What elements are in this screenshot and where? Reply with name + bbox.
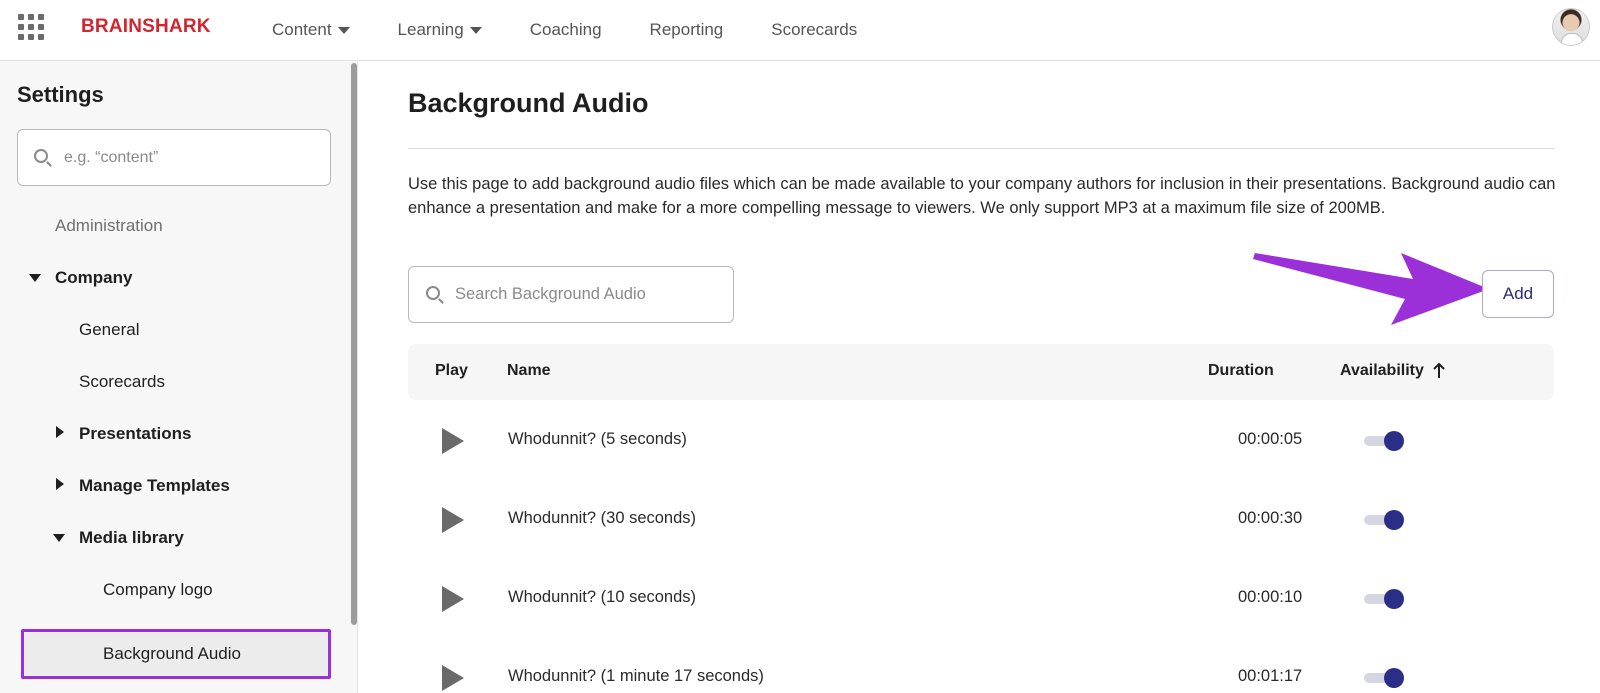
availability-toggle[interactable] xyxy=(1364,588,1404,610)
user-avatar[interactable] xyxy=(1552,8,1590,46)
table-row: Whodunnit? (5 seconds) 00:00:05 xyxy=(408,402,1554,481)
play-icon[interactable] xyxy=(442,428,464,454)
sidebar-item-background-audio-selected[interactable]: Background Audio xyxy=(21,629,331,679)
nav-item-scorecards[interactable]: Scorecards xyxy=(771,20,857,40)
nav-item-label: Content xyxy=(272,20,332,39)
title-divider xyxy=(408,148,1554,149)
nav-item-label: Learning xyxy=(397,20,464,39)
table-row: Whodunnit? (30 seconds) 00:00:30 xyxy=(408,481,1554,560)
annotation-arrow-icon xyxy=(1253,253,1489,325)
sidebar-title: Settings xyxy=(17,82,104,107)
nav-item-label: Coaching xyxy=(529,20,602,39)
brand-logo[interactable]: BRAINSHARK xyxy=(81,16,211,38)
availability-toggle[interactable] xyxy=(1364,667,1404,689)
table-row: Whodunnit? (1 minute 17 seconds) 00:01:1… xyxy=(408,639,1554,693)
sidebar-item-scorecards[interactable]: Scorecards xyxy=(79,372,165,392)
nav-item-label: Scorecards xyxy=(771,20,858,39)
sidebar-search-input[interactable] xyxy=(64,130,314,185)
audio-duration: 00:00:05 xyxy=(1238,430,1303,448)
play-icon[interactable] xyxy=(442,665,464,691)
availability-toggle[interactable] xyxy=(1364,430,1404,452)
caret-down-icon xyxy=(469,27,482,34)
caret-right-icon[interactable] xyxy=(56,478,64,490)
audio-duration: 00:00:30 xyxy=(1238,509,1303,527)
sidebar-item-media-library[interactable]: Media library xyxy=(79,528,184,548)
toggle-knob xyxy=(1384,431,1404,451)
caret-down-icon xyxy=(337,27,350,34)
table-row: Whodunnit? (10 seconds) 00:00:10 xyxy=(408,560,1554,639)
column-header-play: Play xyxy=(435,362,468,379)
sidebar-item-manage-templates[interactable]: Manage Templates xyxy=(79,476,230,496)
play-icon[interactable] xyxy=(442,586,464,612)
audio-duration: 00:00:10 xyxy=(1238,588,1303,606)
nav-item-reporting[interactable]: Reporting xyxy=(650,20,724,40)
nav-item-label: Reporting xyxy=(649,20,724,39)
toggle-knob xyxy=(1384,589,1404,609)
play-icon[interactable] xyxy=(442,507,464,533)
column-header-duration[interactable]: Duration xyxy=(1208,362,1274,380)
audio-name: Whodunnit? (5 seconds) xyxy=(508,430,687,448)
top-navigation-bar: BRAINSHARK Content Learning Coaching Rep… xyxy=(0,0,1600,61)
audio-search-input[interactable] xyxy=(455,267,725,322)
settings-sidebar: Settings Administration Company General … xyxy=(0,61,358,693)
search-icon xyxy=(426,286,440,300)
main-content: Background Audio Use this page to add ba… xyxy=(358,61,1600,693)
sidebar-item-company[interactable]: Company xyxy=(55,268,132,288)
main-nav: Content Learning Coaching Reporting Scor… xyxy=(272,0,905,60)
column-header-name[interactable]: Name xyxy=(507,362,551,380)
sidebar-item-general[interactable]: General xyxy=(79,320,139,340)
search-icon xyxy=(34,149,48,163)
sidebar-scrollbar[interactable] xyxy=(350,61,358,693)
scrollbar-thumb[interactable] xyxy=(351,63,357,625)
caret-down-icon[interactable] xyxy=(53,534,65,542)
caret-down-icon[interactable] xyxy=(29,274,41,282)
audio-name: Whodunnit? (1 minute 17 seconds) xyxy=(508,667,764,685)
sidebar-item-background-audio[interactable]: Background Audio xyxy=(103,644,241,664)
page-description: Use this page to add background audio fi… xyxy=(408,175,1556,217)
audio-name: Whodunnit? (10 seconds) xyxy=(508,588,697,606)
sidebar-item-company-logo[interactable]: Company logo xyxy=(103,580,213,600)
avatar-body xyxy=(1561,33,1583,45)
sidebar-item-presentations[interactable]: Presentations xyxy=(79,424,191,444)
arrow-up-icon[interactable] xyxy=(1432,362,1446,380)
column-header-availability[interactable]: Availability xyxy=(1340,362,1424,380)
toggle-knob xyxy=(1384,510,1404,530)
table-header: Play Name Duration Availability xyxy=(408,344,1554,400)
toggle-knob xyxy=(1384,668,1404,688)
sidebar-item-administration[interactable]: Administration xyxy=(55,216,163,236)
caret-right-icon[interactable] xyxy=(56,426,64,438)
add-button[interactable]: Add xyxy=(1482,270,1554,318)
nav-item-content[interactable]: Content xyxy=(272,20,350,40)
sidebar-search xyxy=(17,129,331,186)
nav-item-coaching[interactable]: Coaching xyxy=(530,20,602,40)
audio-duration: 00:01:17 xyxy=(1238,667,1303,685)
grid-icon[interactable] xyxy=(18,14,44,40)
audio-search xyxy=(408,266,734,323)
page-title: Background Audio xyxy=(408,88,649,118)
nav-item-learning[interactable]: Learning xyxy=(398,20,482,40)
availability-toggle[interactable] xyxy=(1364,509,1404,531)
audio-name: Whodunnit? (30 seconds) xyxy=(508,509,697,527)
